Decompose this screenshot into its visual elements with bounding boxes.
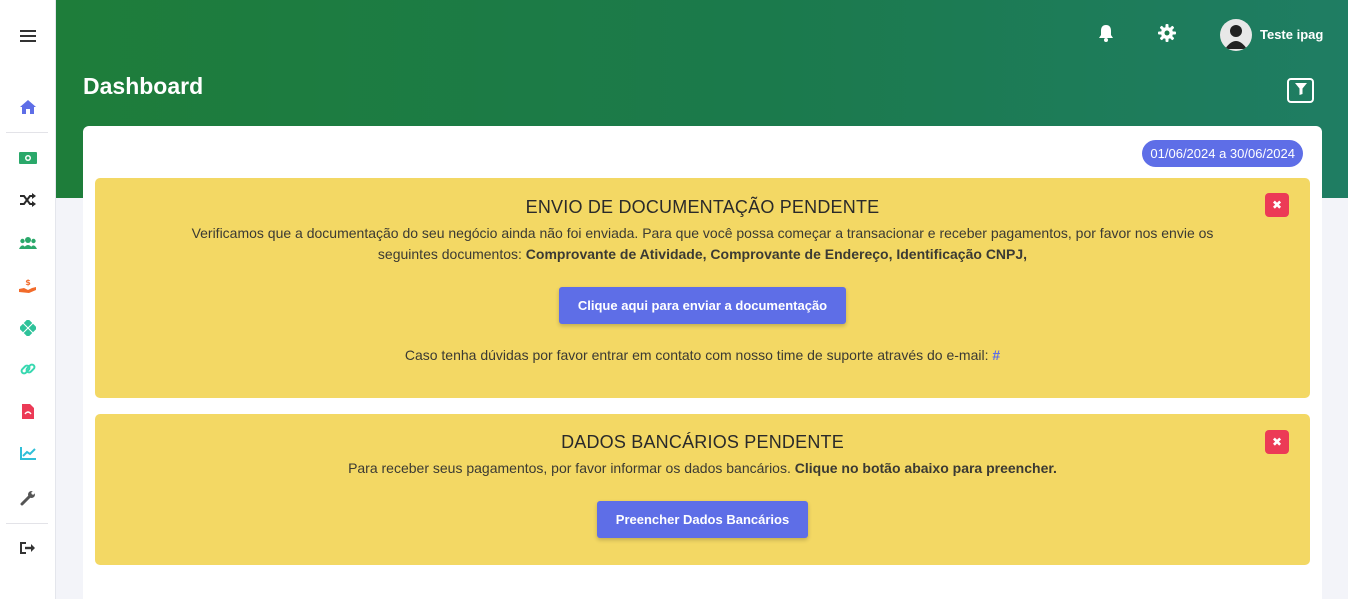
alert-title: ENVIO DE DOCUMENTAÇÃO PENDENTE [525,197,880,217]
sidebar-item-money[interactable] [0,146,56,170]
notifications-button[interactable] [1096,24,1116,47]
alert-text: Verificamos que a documentação do seu ne… [95,223,1310,265]
fill-bank-data-button[interactable]: Preencher Dados Bancários [596,501,809,538]
required-documents: Comprovante de Atividade, Comprovante de… [525,246,1028,262]
hand-dollar-icon: $ [19,278,37,294]
wrench-icon [20,490,36,506]
user-name[interactable]: Teste ipag [1260,27,1323,42]
users-icon [19,237,37,249]
support-text: Caso tenha dúvidas por favor entrar em c… [95,345,1310,366]
sidebar-item-links[interactable] [0,357,56,381]
chart-line-icon [20,446,36,460]
page-title: Dashboard [83,73,204,99]
support-email-link[interactable]: # [992,347,1000,363]
user-avatar-icon [1220,25,1252,51]
shuffle-icon [20,193,36,207]
avatar[interactable] [1220,19,1252,51]
link-icon [20,361,36,377]
home-icon [20,100,36,114]
sidebar-item-logout[interactable] [0,536,56,560]
sidebar-item-reports[interactable] [0,399,56,423]
alert-text-bold: Clique no botão abaixo para preencher. [794,460,1057,476]
sidebar-divider [6,132,48,133]
sidebar-item-settings[interactable] [0,486,56,510]
gear-icon [1158,23,1176,47]
diamond-grid-icon [20,320,36,336]
alert-text-line1: Verificamos que a documentação do seu ne… [191,225,1214,241]
pending-documents-alert: ENVIO DE DOCUMENTAÇÃO PENDENTE Verificam… [95,178,1310,398]
close-icon: ✖ [1271,198,1283,212]
sidebar-item-receivables[interactable]: $ [0,274,56,298]
close-alert-button[interactable]: ✖ [1265,193,1289,217]
pdf-file-icon [22,403,34,419]
support-message: Caso tenha dúvidas por favor entrar em c… [404,347,993,363]
filter-icon [1294,82,1307,100]
bell-icon [1098,24,1114,47]
sidebar: $ [0,0,56,599]
alert-text-line2: seguintes documentos: [377,246,526,262]
date-range-badge[interactable]: 01/06/2024 a 30/06/2024 [1142,140,1303,167]
send-documents-button[interactable]: Clique aqui para enviar a documentação [558,287,847,324]
alert-text-prefix: Para receber seus pagamentos, por favor … [348,460,795,476]
svg-text:$: $ [25,278,31,287]
sidebar-item-home[interactable] [0,95,56,119]
sidebar-item-users[interactable] [0,231,56,255]
alert-title: DADOS BANCÁRIOS PENDENTE [561,432,844,452]
dashboard-card: 01/06/2024 a 30/06/2024 ENVIO DE DOCUMEN… [83,126,1322,599]
menu-icon [20,30,36,42]
close-alert-button[interactable]: ✖ [1265,430,1289,454]
sidebar-item-analytics[interactable] [0,441,56,465]
alert-text: Para receber seus pagamentos, por favor … [95,458,1310,479]
filter-button[interactable] [1287,78,1314,103]
close-icon: ✖ [1271,435,1283,449]
sidebar-divider [6,523,48,524]
sidebar-item-products[interactable] [0,316,56,340]
money-icon [19,152,37,164]
settings-button[interactable] [1157,23,1177,47]
sidebar-item-transactions[interactable] [0,188,56,212]
menu-toggle-button[interactable] [0,24,56,48]
logout-icon [20,542,36,554]
pending-bank-data-alert: DADOS BANCÁRIOS PENDENTE Para receber se… [95,414,1310,565]
